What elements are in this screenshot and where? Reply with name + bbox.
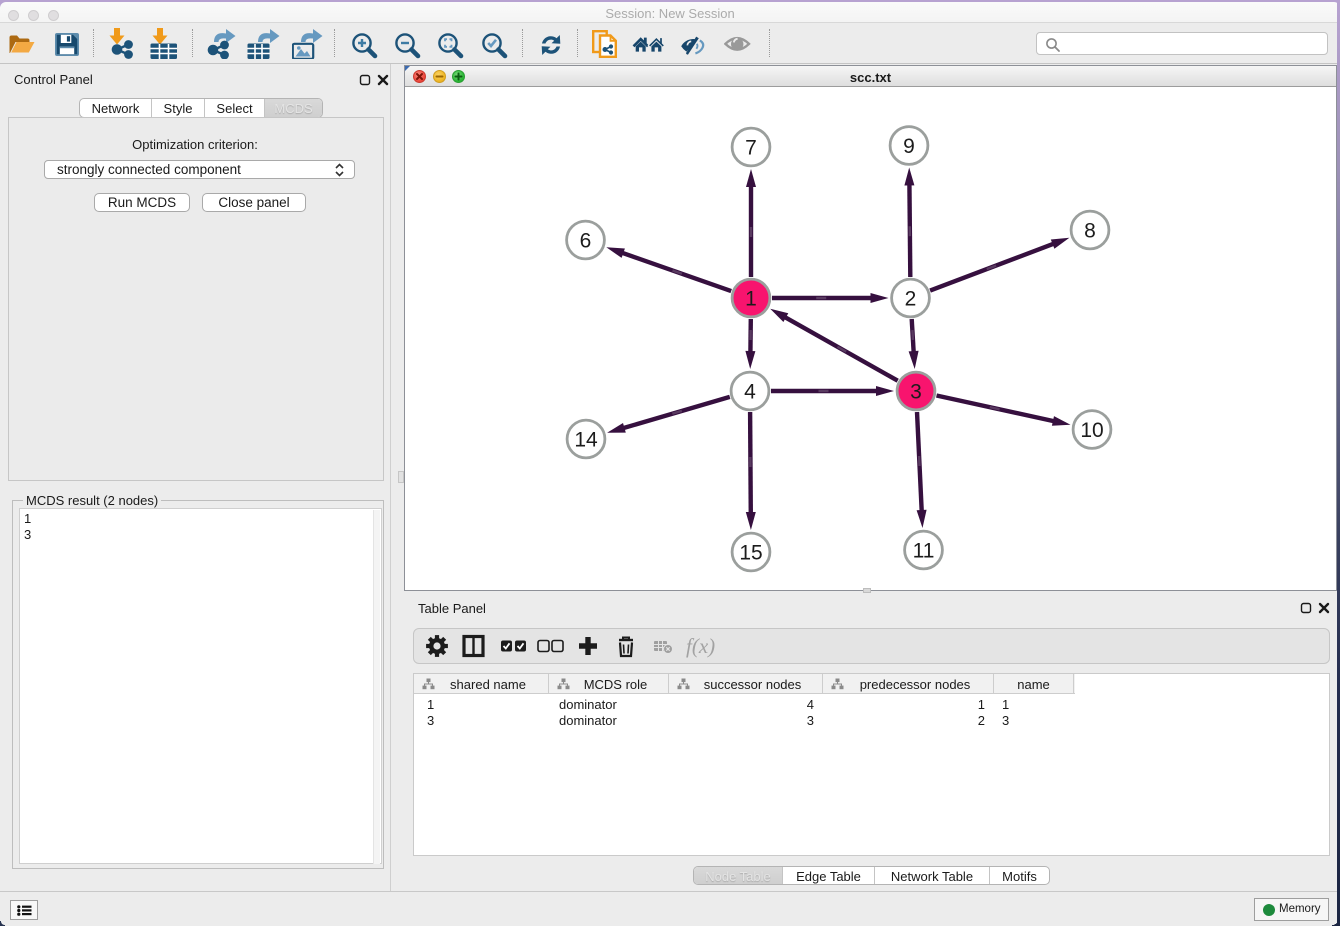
svg-text:f(x): f(x) — [686, 634, 715, 658]
svg-text:10: 10 — [1080, 419, 1103, 442]
svg-text:14: 14 — [574, 429, 598, 452]
svg-text:11: 11 — [913, 540, 935, 563]
svg-text:6: 6 — [580, 230, 592, 253]
svg-text:3: 3 — [910, 381, 922, 404]
svg-text:2: 2 — [905, 288, 917, 311]
svg-text:7: 7 — [745, 137, 757, 160]
svg-text:15: 15 — [739, 542, 762, 565]
svg-text:4: 4 — [744, 381, 756, 404]
svg-text:9: 9 — [903, 135, 915, 158]
svg-text:8: 8 — [1084, 220, 1096, 243]
svg-text:1: 1 — [745, 288, 757, 311]
